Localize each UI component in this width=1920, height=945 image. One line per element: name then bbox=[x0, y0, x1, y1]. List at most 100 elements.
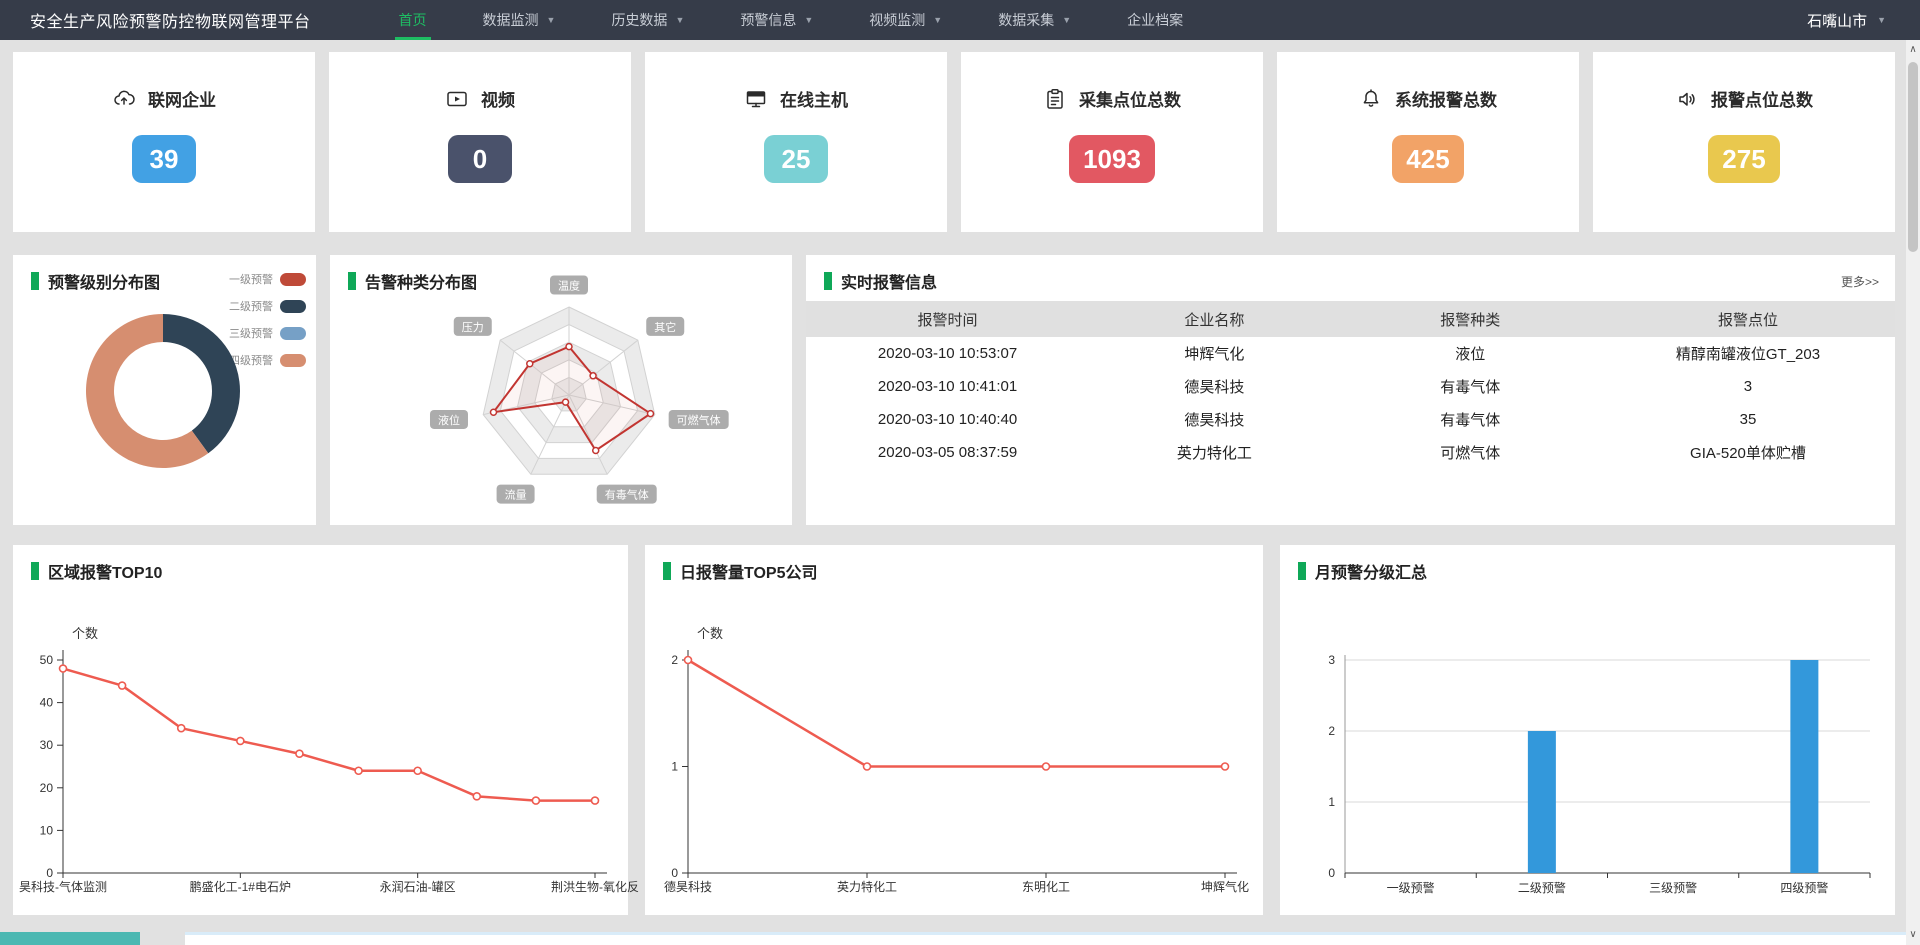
table-cell: 有毒气体 bbox=[1340, 370, 1601, 403]
table-row[interactable]: 2020-03-05 08:37:59英力特化工可燃气体GIA-520单体贮槽 bbox=[806, 436, 1895, 469]
stat-card-value: 39 bbox=[132, 135, 196, 183]
table-cell: 英力特化工 bbox=[1089, 436, 1339, 469]
nav-item-5[interactable]: 数据采集▼ bbox=[994, 0, 1075, 40]
stat-card-label: 报警点位总数 bbox=[1711, 86, 1813, 111]
footer-next-section bbox=[185, 932, 1906, 945]
radar-axis-label: 液位 bbox=[430, 410, 468, 429]
speaker-icon bbox=[1675, 87, 1699, 111]
svg-text:德昊科技: 德昊科技 bbox=[664, 879, 712, 894]
legend-item[interactable]: 一级预警 bbox=[229, 271, 306, 287]
svg-text:一级预警: 一级预警 bbox=[1387, 880, 1435, 895]
video-play-icon bbox=[445, 87, 469, 111]
bell-icon bbox=[1359, 87, 1383, 111]
svg-text:1: 1 bbox=[671, 760, 678, 774]
nav-item-3[interactable]: 预警信息▼ bbox=[736, 0, 817, 40]
stat-card-label: 视频 bbox=[481, 86, 515, 111]
chevron-down-icon: ▼ bbox=[804, 15, 813, 25]
monthly-summary-bar-chart: 0123一级预警二级预警三级预警四级预警 bbox=[1280, 545, 1895, 915]
stat-card-value: 425 bbox=[1392, 135, 1463, 183]
chevron-down-icon: ▼ bbox=[547, 15, 556, 25]
table-cell: 35 bbox=[1601, 403, 1895, 436]
nav-item-label: 企业档案 bbox=[1127, 10, 1183, 30]
svg-text:有毒气体: 有毒气体 bbox=[605, 488, 649, 502]
svg-text:个数: 个数 bbox=[72, 626, 98, 641]
monitor-icon bbox=[744, 87, 768, 111]
stat-card-1: 视频0 bbox=[329, 52, 631, 232]
stat-card-label: 系统报警总数 bbox=[1395, 86, 1497, 111]
nav-item-2[interactable]: 历史数据▼ bbox=[607, 0, 688, 40]
table-cell: 液位 bbox=[1340, 337, 1601, 370]
scroll-down-icon[interactable]: ∨ bbox=[1906, 927, 1920, 943]
table-row[interactable]: 2020-03-10 10:40:40德昊科技有毒气体35 bbox=[806, 403, 1895, 436]
nav-item-4[interactable]: 视频监测 ▼ bbox=[865, 0, 946, 40]
svg-text:荆洪生物-氧化反: 荆洪生物-氧化反 bbox=[551, 880, 639, 894]
clipboard-icon bbox=[1043, 87, 1067, 111]
more-link[interactable]: 更多>> bbox=[1841, 273, 1879, 290]
radar-axis-label: 有毒气体 bbox=[597, 485, 657, 504]
svg-text:10: 10 bbox=[40, 823, 54, 837]
stat-card-value: 275 bbox=[1708, 135, 1779, 183]
stat-card-5: 报警点位总数 275 bbox=[1593, 52, 1895, 232]
svg-text:0: 0 bbox=[671, 866, 678, 880]
footer-teal-block bbox=[0, 932, 140, 945]
stat-card-0: 联网企业39 bbox=[13, 52, 315, 232]
nav-menu: 首页数据监测▼历史数据▼预警信息▼视频监测▼数据采集▼企业档案 bbox=[371, 0, 1212, 40]
column-header: 企业名称 bbox=[1089, 301, 1339, 337]
scrollbar[interactable]: ∧ ∨ bbox=[1906, 40, 1920, 945]
scrollbar-thumb[interactable] bbox=[1908, 62, 1918, 252]
table-cell: 2020-03-10 10:40:40 bbox=[806, 403, 1089, 436]
nav-item-label: 首页 bbox=[399, 10, 427, 30]
table-row[interactable]: 2020-03-10 10:41:01德昊科技有毒气体3 bbox=[806, 370, 1895, 403]
table-header: 报警时间企业名称报警种类报警点位 bbox=[806, 301, 1895, 337]
chevron-down-icon: ▼ bbox=[1877, 15, 1886, 25]
stat-card-value: 25 bbox=[764, 135, 828, 183]
svg-text:3: 3 bbox=[1328, 653, 1335, 667]
stat-card-label: 采集点位总数 bbox=[1079, 86, 1181, 111]
radar-axis-label: 可燃气体 bbox=[669, 410, 729, 429]
alarm-type-radar-chart: 温度其它可燃气体有毒气体流量液位压力 bbox=[330, 277, 792, 525]
svg-text:2: 2 bbox=[1328, 724, 1335, 738]
svg-text:50: 50 bbox=[40, 653, 54, 667]
table-cell: 3 bbox=[1601, 370, 1895, 403]
table-cell: GIA-520单体贮槽 bbox=[1601, 436, 1895, 469]
cloud-upload-icon bbox=[112, 87, 136, 111]
panel-title: 预警级别分布图 bbox=[31, 269, 160, 293]
radar-axis-label: 温度 bbox=[550, 276, 588, 295]
chevron-down-icon: ▼ bbox=[675, 15, 684, 25]
svg-text:其它: 其它 bbox=[654, 320, 676, 334]
svg-text:坤辉气化: 坤辉气化 bbox=[1201, 879, 1249, 894]
radar-axis-label: 压力 bbox=[454, 317, 492, 336]
chevron-down-icon: ▼ bbox=[933, 15, 942, 25]
svg-text:昊科技-气体监测: 昊科技-气体监测 bbox=[19, 879, 107, 894]
svg-text:个数: 个数 bbox=[697, 626, 723, 641]
nav-item-6[interactable]: 企业档案 bbox=[1123, 0, 1187, 40]
column-header: 报警时间 bbox=[806, 301, 1089, 337]
svg-text:英力特化工: 英力特化工 bbox=[837, 879, 897, 894]
table-cell: 可燃气体 bbox=[1340, 436, 1601, 469]
svg-text:20: 20 bbox=[40, 781, 54, 795]
scroll-up-icon[interactable]: ∧ bbox=[1906, 42, 1920, 58]
svg-text:液位: 液位 bbox=[438, 413, 460, 427]
bar-四级预警 bbox=[1790, 660, 1818, 873]
table-cell: 2020-03-10 10:41:01 bbox=[806, 370, 1089, 403]
nav-item-label: 视频监测 bbox=[869, 10, 925, 30]
table-cell: 2020-03-05 08:37:59 bbox=[806, 436, 1089, 469]
title-marker bbox=[31, 272, 39, 290]
panel-warning-level: 预警级别分布图 一级预警二级预警三级预警四级预警 bbox=[13, 255, 316, 525]
nav-item-label: 数据监测 bbox=[483, 10, 539, 30]
svg-text:压力: 压力 bbox=[462, 321, 484, 334]
panel-region-top10: 区域报警TOP10 01020304050个数昊科技-气体监测鹏盛化工-1#电石… bbox=[13, 545, 628, 915]
stat-card-value: 1093 bbox=[1069, 135, 1155, 183]
stat-card-4: 系统报警总数 425 bbox=[1277, 52, 1579, 232]
svg-text:四级预警: 四级预警 bbox=[1780, 880, 1828, 895]
svg-text:30: 30 bbox=[40, 738, 54, 752]
panel-title-text: 实时报警信息 bbox=[841, 269, 937, 293]
realtime-alarm-table: 报警时间企业名称报警种类报警点位 2020-03-10 10:53:07坤辉气化… bbox=[806, 301, 1895, 469]
table-cell: 德昊科技 bbox=[1089, 370, 1339, 403]
region-selector[interactable]: 石嘴山市 ▼ bbox=[1807, 10, 1886, 31]
svg-text:温度: 温度 bbox=[558, 279, 580, 293]
svg-text:0: 0 bbox=[46, 866, 53, 880]
nav-item-1[interactable]: 数据监测 ▼ bbox=[479, 0, 560, 40]
table-row[interactable]: 2020-03-10 10:53:07坤辉气化液位精醇南罐液位GT_203 bbox=[806, 337, 1895, 370]
nav-item-0[interactable]: 首页 bbox=[395, 0, 431, 40]
